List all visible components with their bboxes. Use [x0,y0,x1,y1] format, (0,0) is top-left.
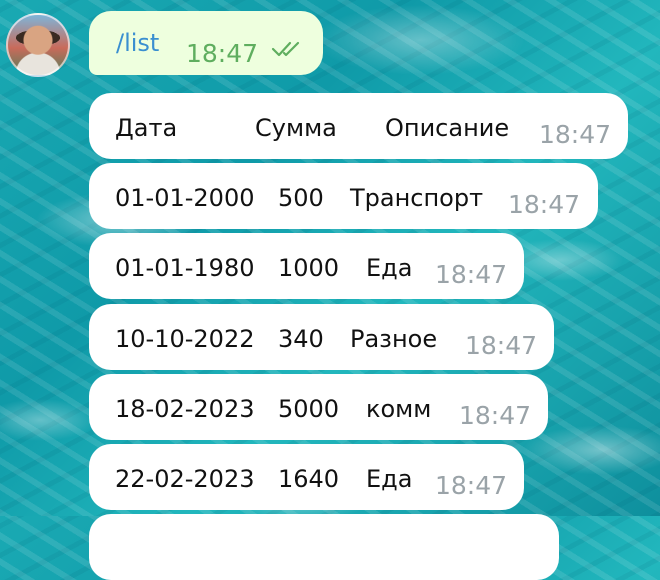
col-amount-header: Сумма [255,114,337,142]
row-date: 01-01-2000 [115,184,255,212]
command-text[interactable]: /list [116,29,159,57]
row-date: 01-01-1980 [115,254,255,282]
row-date: 10-10-2022 [115,325,255,353]
row-date: 22-02-2023 [115,465,255,493]
row-date: 18-02-2023 [115,395,255,423]
row-amount: 1000 [278,254,340,282]
double-check-icon [271,41,300,57]
row-amount: 340 [278,325,324,353]
message-time: 18:47 [459,401,532,430]
row-amount: 5000 [278,395,340,423]
message-bubble[interactable]: 10-10-2022 340 Разное 18:47 [89,304,554,370]
message-bubble[interactable]: 01-01-2000 500 Транспорт 18:47 [89,163,598,229]
message-bubble[interactable]: 01-01-1980 1000 Еда 18:47 [89,233,524,299]
row-amount: 500 [278,184,324,212]
avatar[interactable] [6,13,70,77]
col-date-header: Дата [115,114,178,142]
message-bubble[interactable]: 18-02-2023 5000 комм 18:47 [89,374,548,440]
message-time: 18:47 [186,39,259,68]
col-desc-header: Описание [385,114,510,142]
message-bubble-partial[interactable] [89,514,559,580]
row-desc: Транспорт [350,184,484,212]
message-bubble-header[interactable]: Дата Сумма Описание 18:47 [89,93,628,159]
message-time: 18:47 [508,190,581,219]
row-desc: Еда [366,254,413,282]
row-desc: Разное [350,325,438,353]
row-desc: комм [366,395,432,423]
message-bubble[interactable]: 22-02-2023 1640 Еда 18:47 [89,444,524,510]
row-desc: Еда [366,465,413,493]
sent-message-bubble[interactable]: /list 18:47 [89,11,323,75]
message-time: 18:47 [539,120,612,149]
message-time: 18:47 [465,331,538,360]
message-time: 18:47 [435,471,508,500]
message-time: 18:47 [435,260,508,289]
row-amount: 1640 [278,465,340,493]
